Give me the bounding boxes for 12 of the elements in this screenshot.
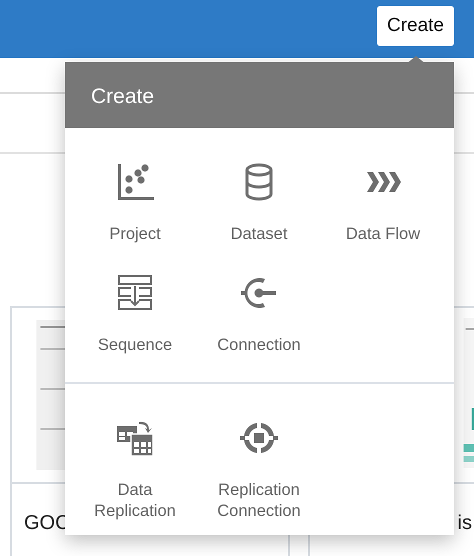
menu-item[interactable]: Replication Connection — [197, 418, 321, 522]
menu-item[interactable]: Dataset — [197, 162, 321, 245]
scatter-chart-icon — [115, 162, 155, 202]
create-button[interactable]: Create — [376, 6, 454, 46]
menu-item[interactable]: Data Flow — [321, 162, 445, 245]
menu-item[interactable]: Project — [73, 162, 197, 245]
menu-item[interactable]: Data Replication — [73, 418, 197, 522]
menu-item[interactable]: Sequence — [73, 273, 197, 356]
menu-item[interactable]: Connection — [197, 273, 321, 356]
sequence-icon — [115, 273, 155, 313]
card-title: is — [458, 511, 473, 535]
menu-title: Create — [65, 62, 454, 128]
